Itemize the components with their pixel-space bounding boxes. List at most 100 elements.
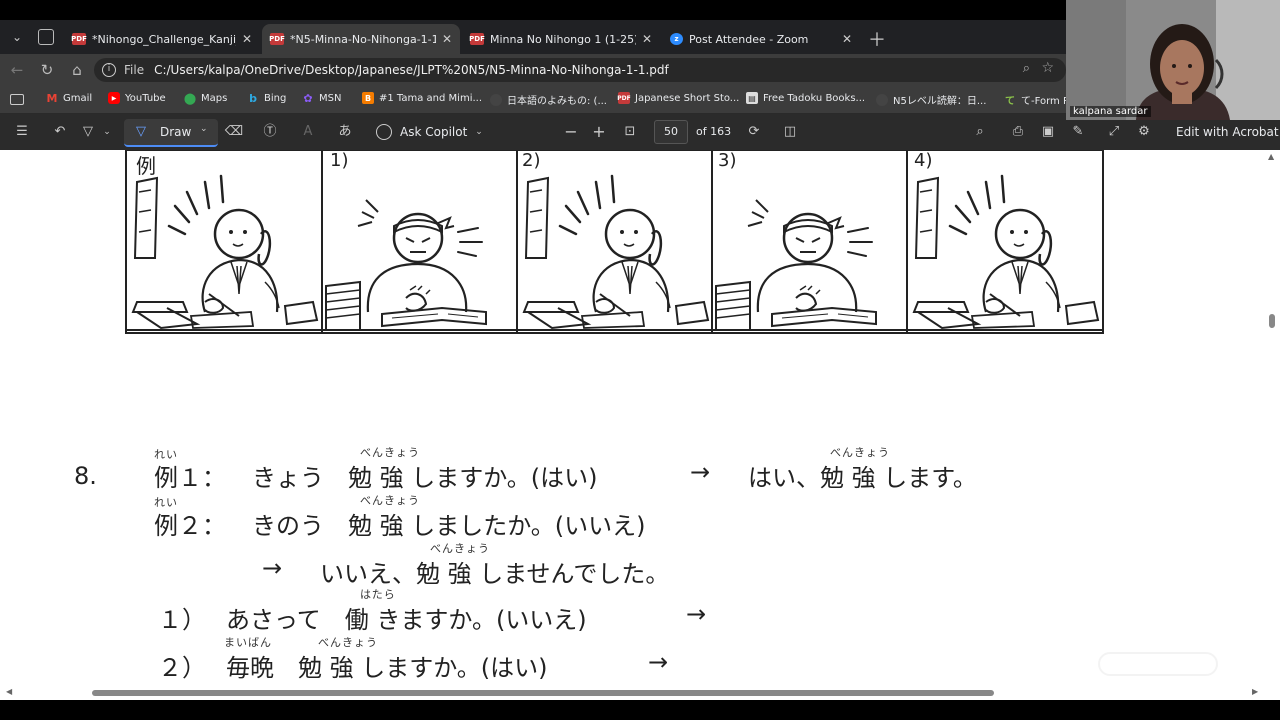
bookmark-label: 日本語のよみもの: (... bbox=[507, 96, 607, 107]
tab-zoom[interactable]: z Post Attendee - Zoom ✕ bbox=[662, 24, 860, 54]
reading-list-icon[interactable] bbox=[10, 94, 24, 105]
contents-icon[interactable]: ☰ bbox=[12, 122, 32, 142]
example-2-label: 例２： bbox=[154, 512, 226, 540]
pdf-icon: PDF bbox=[71, 33, 87, 45]
chevron-down-icon: ⌄ bbox=[200, 124, 208, 134]
close-icon[interactable]: ✕ bbox=[242, 32, 252, 46]
arrow: → bbox=[648, 648, 669, 676]
tab-title: Post Attendee - Zoom bbox=[689, 32, 809, 46]
fullscreen-icon[interactable]: ⤢ bbox=[1104, 122, 1124, 142]
edit-with-acrobat-button[interactable]: Edit with Acrobat bbox=[1176, 125, 1279, 139]
highlight-icon[interactable]: ▽ bbox=[78, 122, 98, 142]
close-icon[interactable]: ✕ bbox=[442, 32, 452, 46]
tab-title: *Nihongo_Challenge_Kanji_N4-N5 bbox=[92, 32, 236, 46]
draw-button[interactable]: ▽ Draw ⌄ bbox=[124, 119, 218, 147]
maps-pin-icon: ⬤ bbox=[183, 91, 197, 105]
gmail-icon: M bbox=[46, 91, 58, 105]
tab-list-chevron-icon[interactable]: ⌄ bbox=[8, 30, 26, 46]
print-icon[interactable]: ⎙ bbox=[1008, 122, 1028, 142]
site-icon: て bbox=[1005, 96, 1015, 107]
pdf-page[interactable]: 例 1) 2) 3) 4) 8. れい べんきょう べんきょう 例１： きょう … bbox=[0, 150, 1264, 686]
question-2-number: ２） bbox=[158, 654, 206, 682]
bookmark-maps[interactable]: ⬤ Maps bbox=[183, 91, 228, 105]
zoom-out-icon[interactable]: − bbox=[562, 122, 580, 142]
blogger-icon: B bbox=[362, 92, 374, 104]
bookmark-yomimono[interactable]: 日本語のよみもの: (... bbox=[490, 92, 607, 107]
bookmark-tadoku[interactable]: ▤ Free Tadoku Books... bbox=[746, 92, 865, 104]
home-icon[interactable]: ⌂ bbox=[66, 60, 88, 80]
scroll-up-icon[interactable]: ▲ bbox=[1268, 152, 1274, 161]
screen: ⌄ PDF *Nihongo_Challenge_Kanji_N4-N5 ✕ P… bbox=[0, 0, 1280, 720]
copilot-label: Ask Copilot bbox=[400, 125, 468, 139]
question-2: 毎晩 勉 強 しますか。(はい) bbox=[226, 654, 548, 682]
favorite-star-icon[interactable]: ☆ bbox=[1041, 60, 1054, 76]
reload-icon[interactable]: ↻ bbox=[36, 60, 58, 80]
copilot-icon bbox=[376, 124, 392, 140]
bing-icon: b bbox=[249, 91, 257, 105]
new-tab-icon[interactable]: ＋ bbox=[868, 26, 886, 52]
zoom-in-icon[interactable]: + bbox=[590, 122, 608, 142]
save-as-icon[interactable]: ✎ bbox=[1068, 122, 1088, 142]
tab-minna-1-25[interactable]: PDF Minna No Nihongo 1 (1-25) - (In D ✕ bbox=[462, 24, 660, 54]
panel-label-2: 2) bbox=[522, 150, 541, 171]
page-number-input[interactable]: 50 bbox=[654, 120, 688, 144]
vertical-scrollbar[interactable]: ▲ bbox=[1264, 150, 1280, 686]
chevron-down-icon: ⌄ bbox=[475, 127, 483, 137]
workspaces-icon[interactable] bbox=[38, 29, 54, 45]
zoom-icon: z bbox=[670, 33, 683, 45]
read-aloud-icon[interactable]: A bbox=[298, 122, 318, 142]
text-box-icon[interactable]: Ⓣ bbox=[260, 122, 280, 142]
example-2-answer: いいえ、勉 強 しませんでした。 bbox=[320, 560, 670, 588]
undo-icon[interactable]: ↶ bbox=[50, 122, 70, 142]
rotate-icon[interactable]: ⟳ bbox=[744, 122, 764, 142]
scroll-left-icon[interactable]: ◀ bbox=[6, 687, 12, 696]
info-icon[interactable]: i bbox=[102, 63, 116, 77]
horizontal-scroll-thumb[interactable] bbox=[92, 690, 994, 696]
scroll-right-icon[interactable]: ▶ bbox=[1252, 687, 1258, 696]
save-icon[interactable]: ▣ bbox=[1038, 122, 1058, 142]
fit-page-icon[interactable]: ⊡ bbox=[620, 122, 640, 142]
bookmark-youtube[interactable]: ▶ YouTube bbox=[108, 92, 166, 104]
translate-icon[interactable]: あ bbox=[334, 122, 356, 142]
participant-name-label: kalpana sardar bbox=[1070, 106, 1151, 117]
bookmark-label: Japanese Short Sto... bbox=[635, 92, 740, 104]
draw-pen-icon: ▽ bbox=[136, 124, 146, 139]
chevron-down-icon[interactable]: ⌄ bbox=[100, 122, 114, 142]
bookmark-label: Maps bbox=[201, 92, 228, 104]
bookmark-short-stories[interactable]: PDF Japanese Short Sto... bbox=[617, 92, 740, 104]
bookmark-te-form[interactable]: てて-Form P bbox=[1004, 92, 1069, 107]
pdf-icon: PDF bbox=[269, 33, 285, 45]
panel-label-example: 例 bbox=[136, 154, 156, 178]
tab-minna-pdf[interactable]: PDF *N5-Minna-No-Nihonga-1-1.pdf ✕ bbox=[262, 24, 460, 54]
example-1-label: 例１： bbox=[154, 464, 226, 492]
bookmark-label: Bing bbox=[264, 92, 287, 104]
bookmark-label: #1 Tama and Mimi... bbox=[379, 92, 483, 104]
page-view-icon[interactable]: ◫ bbox=[780, 122, 800, 142]
ask-copilot-button[interactable]: Ask Copilot ⌄ bbox=[376, 122, 483, 142]
bookmark-label: YouTube bbox=[125, 92, 166, 104]
bookmark-tama[interactable]: B #1 Tama and Mimi... bbox=[362, 92, 482, 104]
bookmark-n5-dokkai[interactable]: N5レベル読解：日... bbox=[876, 92, 986, 107]
horizontal-scrollbar[interactable]: ◀ ▶ bbox=[0, 686, 1280, 700]
settings-gear-icon[interactable]: ⚙ bbox=[1134, 122, 1154, 142]
panel-label-4: 4) bbox=[914, 150, 933, 171]
question-1: あさって 働 きますか。(いいえ) bbox=[226, 606, 587, 634]
zoom-magnifier-icon[interactable]: ⌕ bbox=[1023, 61, 1030, 76]
url-text: C:/Users/kalpa/OneDrive/Desktop/Japanese… bbox=[154, 63, 669, 77]
msn-icon: ✿ bbox=[303, 91, 313, 105]
vertical-scroll-thumb[interactable] bbox=[1269, 314, 1275, 328]
tab-nihongo-challenge[interactable]: PDF *Nihongo_Challenge_Kanji_N4-N5 ✕ bbox=[64, 24, 260, 54]
zoom-video-tile: kalpana sardar bbox=[1066, 0, 1280, 120]
eraser-icon[interactable]: ⌫ bbox=[224, 122, 244, 142]
url-scheme: File bbox=[124, 63, 145, 77]
close-icon[interactable]: ✕ bbox=[642, 32, 652, 46]
bookmark-gmail[interactable]: M Gmail bbox=[46, 91, 93, 105]
bookmark-msn[interactable]: ✿ MSN bbox=[302, 91, 341, 105]
back-icon[interactable]: ← bbox=[6, 60, 28, 80]
search-icon[interactable]: ⌕ bbox=[970, 122, 990, 142]
bookmark-bing[interactable]: b Bing bbox=[247, 91, 287, 105]
address-bar[interactable]: i File C:/Users/kalpa/OneDrive/Desktop/J… bbox=[94, 58, 1066, 82]
tab-title: *N5-Minna-No-Nihonga-1-1.pdf bbox=[290, 32, 436, 46]
exercise-number: 8. bbox=[74, 462, 97, 490]
close-icon[interactable]: ✕ bbox=[842, 32, 852, 46]
